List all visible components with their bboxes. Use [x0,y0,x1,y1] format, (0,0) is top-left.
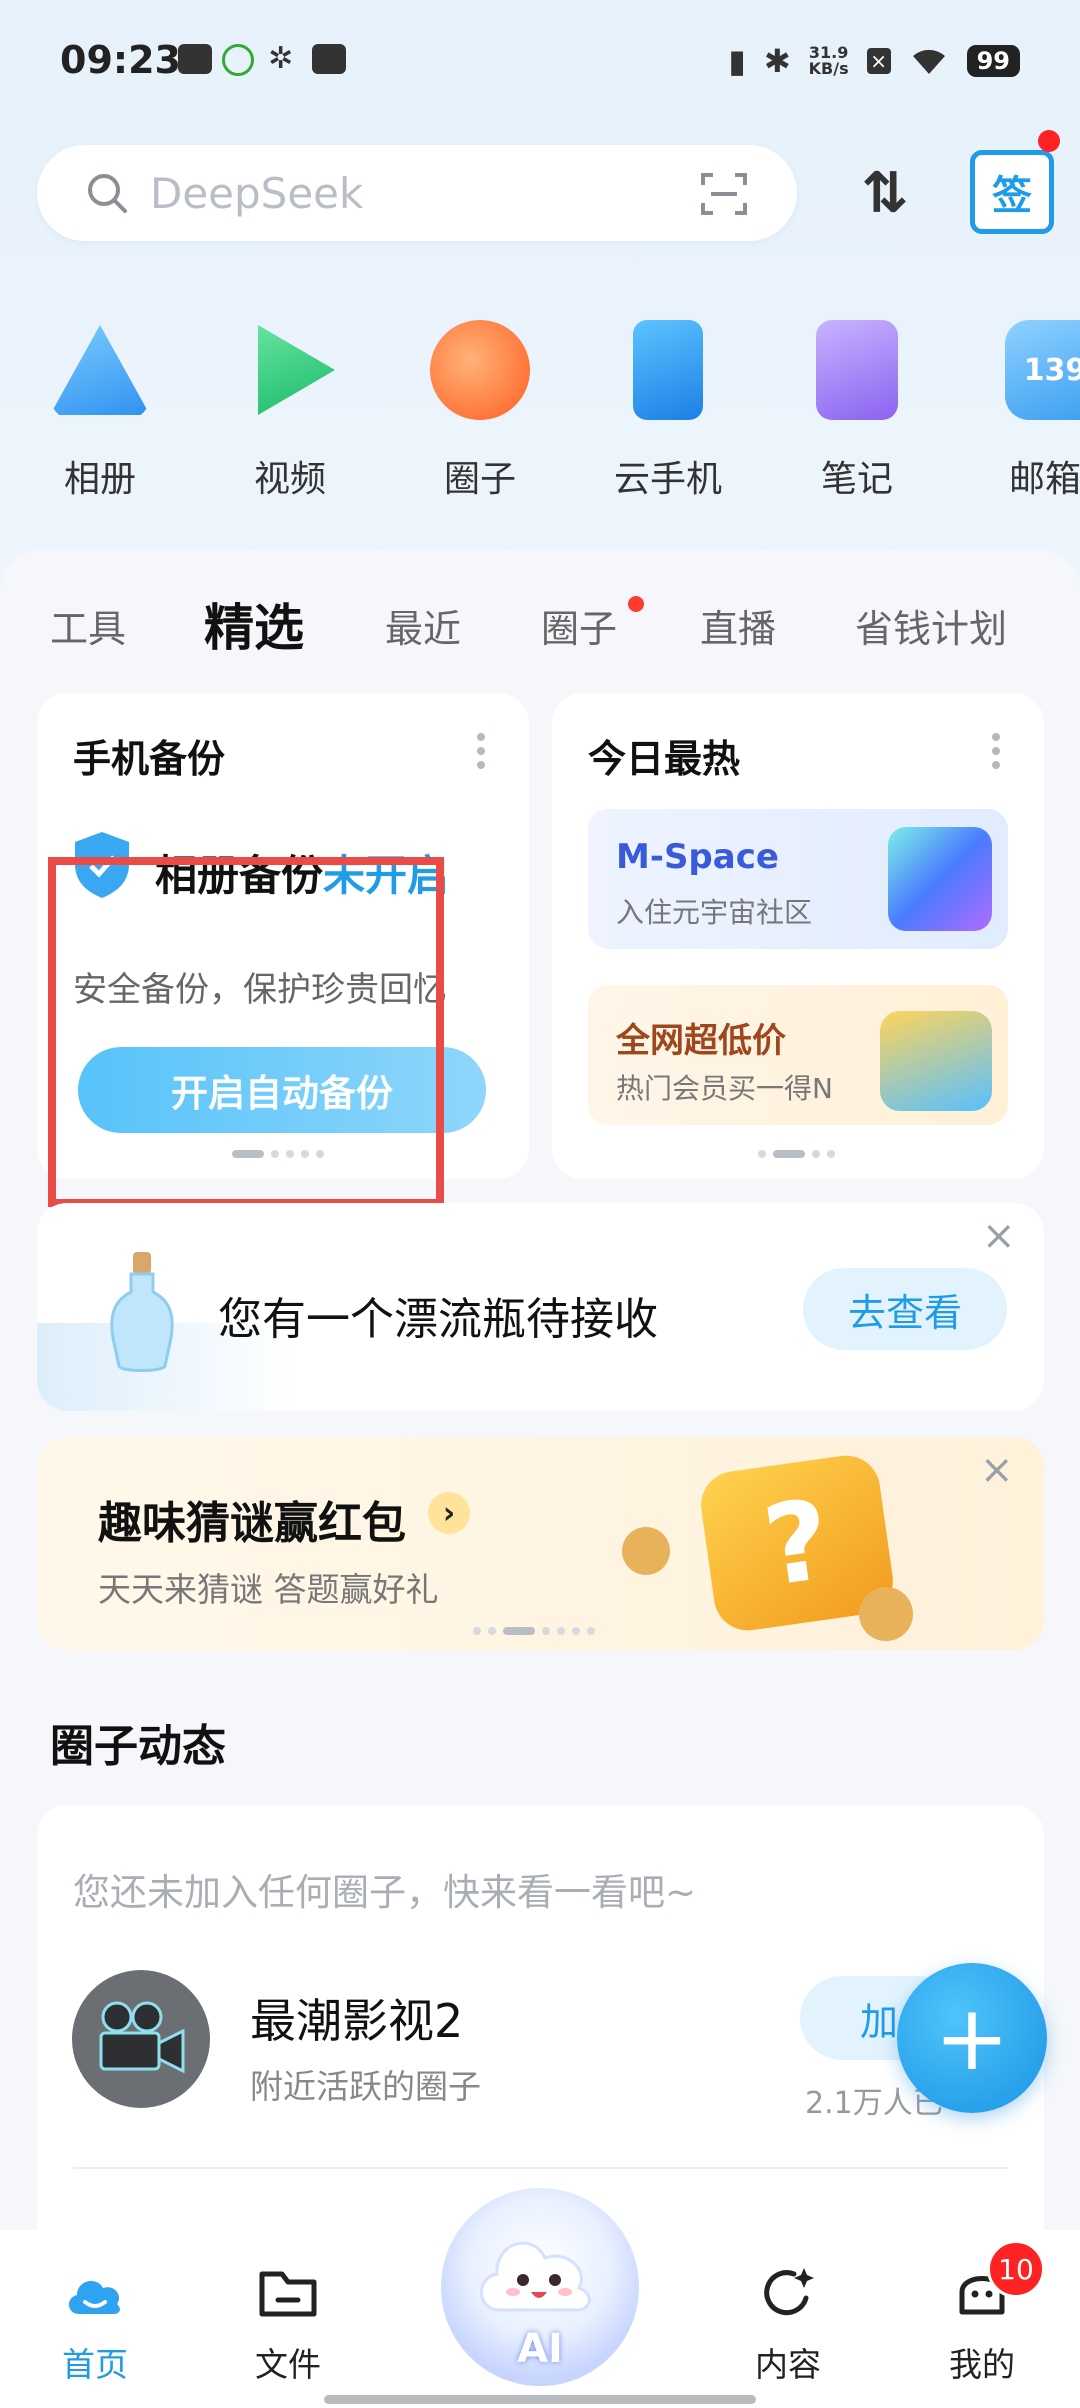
quick-app-notes[interactable]: 笔记 [782,320,932,502]
ai-cloud-mascot-icon [480,2241,591,2312]
vibrate-icon: ▮ [728,42,746,80]
promo-mspace[interactable]: M-Space 入住元宇宙社区 [588,809,1008,949]
highlight-box [48,857,444,1207]
checkin-notification-dot [1038,130,1060,152]
message-icon [312,44,346,74]
search-placeholder: DeepSeek [150,169,364,218]
tab-recent[interactable]: 最近 [385,598,461,653]
hot-card-title: 今日最热 [588,737,741,781]
quick-app-label: 视频 [253,459,326,500]
nav-content[interactable]: 内容 [728,2262,848,2386]
nav-files[interactable]: 文件 [228,2262,348,2386]
promo-title: 全网超低价 [616,1021,786,1061]
tab-circle[interactable]: 圈子 [541,598,617,653]
promo-title: M-Space [616,837,779,877]
home-cloud-icon [68,2280,120,2314]
tab-notification-dot [628,596,644,612]
tab-tools[interactable]: 工具 [50,598,126,653]
folder-icon [259,2271,317,2317]
notification-badge: 10 [987,2240,1045,2298]
riddle-title: 趣味猜谜赢红包 [98,1498,406,1549]
note-icon [816,320,898,420]
cloud-phone-icon [633,320,703,420]
tab-live[interactable]: 直播 [700,598,776,653]
app-notification-icon [178,44,212,74]
video-play-icon [258,325,335,415]
net-speed-unit: KB/s [808,59,849,78]
quick-app-circle[interactable]: 圈子 [405,320,555,502]
status-time: 09:23 [60,38,181,82]
status-right: ▮ ✱ 31.9 KB/s × 99 [728,36,1020,86]
riddle-banner-pager [473,1627,595,1635]
view-bottle-button[interactable]: 去查看 [803,1268,1007,1350]
wifi-icon [912,49,945,74]
close-icon[interactable]: × [982,1213,1016,1259]
divider [73,2167,1008,2169]
quick-app-label: 圈子 [443,459,516,500]
tab-featured[interactable]: 精选 [204,588,304,660]
quick-app-album[interactable]: 相册 [25,320,175,502]
nav-label: 文件 [255,2345,321,2384]
drift-bottle-text: 您有一个漂流瓶待接收 [218,1294,658,1345]
ai-assistant-button[interactable]: AI [441,2188,639,2386]
more-icon[interactable] [477,733,485,773]
add-fab-button[interactable]: + [897,1963,1047,2113]
bottle-icon [110,1252,174,1372]
movie-camera-icon [99,2001,185,2074]
bluetooth-icon: ✱ [763,42,791,80]
nav-label: 首页 [62,2345,128,2384]
battery-indicator: 99 [966,45,1020,77]
promo-low-price[interactable]: 全网超低价 热门会员买一得N [588,985,1008,1125]
coin-icon [859,1587,913,1641]
quick-app-label: 邮箱 [1009,459,1080,500]
quick-app-label: 云手机 [613,459,722,500]
scan-icon[interactable] [699,169,749,219]
ai-label: AI [517,2326,563,2372]
plus-icon: + [934,1985,1010,2091]
tab-savings-plan[interactable]: 省钱计划 [855,598,1007,653]
shopping-bag-icon [880,1011,992,1111]
mspace-logo-icon [888,827,992,931]
search-bar[interactable]: DeepSeek [37,145,797,241]
backup-card-title: 手机备份 [73,737,226,781]
quick-app-video[interactable]: 视频 [215,320,365,502]
transfer-icon[interactable]: ⇅ [855,158,915,228]
qq-icon [222,44,254,76]
hot-card-pager [758,1150,835,1158]
promo-subtitle: 入住元宇宙社区 [616,896,813,929]
nav-label: 我的 [949,2345,1015,2384]
circle-subtitle: 附近活跃的圈子 [250,2067,481,2106]
riddle-subtitle: 天天来猜谜 答题赢好礼 [98,1570,439,1609]
circle-section-title: 圈子动态 [50,1721,226,1772]
circle-avatar[interactable] [72,1970,210,2108]
quick-app-mail[interactable]: 139 邮箱 [975,320,1080,502]
mail-139-icon: 139 [1005,320,1080,420]
checkin-button[interactable]: 签 [970,150,1054,234]
close-icon[interactable]: × [980,1447,1014,1493]
search-icon [88,174,127,213]
coin-icon [622,1527,670,1575]
album-icon [50,325,150,415]
content-refresh-icon [764,2268,814,2316]
home-indicator[interactable] [324,2395,756,2404]
no-sim-icon: × [866,48,891,74]
chevron-right-icon[interactable]: › [428,1492,470,1534]
quick-app-label: 笔记 [820,459,893,500]
sparkle-icon: ✲ [268,41,294,76]
net-speed: 31.9 KB/s [809,45,849,77]
promo-subtitle: 热门会员买一得N [616,1072,833,1105]
nav-label: 内容 [755,2345,821,2384]
hot-today-card[interactable]: 今日最热 M-Space 入住元宇宙社区 全网超低价 热门会员买一得N [552,693,1044,1179]
quick-app-cloud-phone[interactable]: 云手机 [593,320,743,502]
nav-home[interactable]: 首页 [35,2262,155,2386]
more-icon[interactable] [992,733,1000,773]
circle-name[interactable]: 最潮影视2 [250,1985,463,2051]
planet-icon [430,320,530,420]
circle-empty-text: 您还未加入任何圈子，快来看一看吧~ [73,1871,697,1914]
quick-app-label: 相册 [63,459,136,500]
